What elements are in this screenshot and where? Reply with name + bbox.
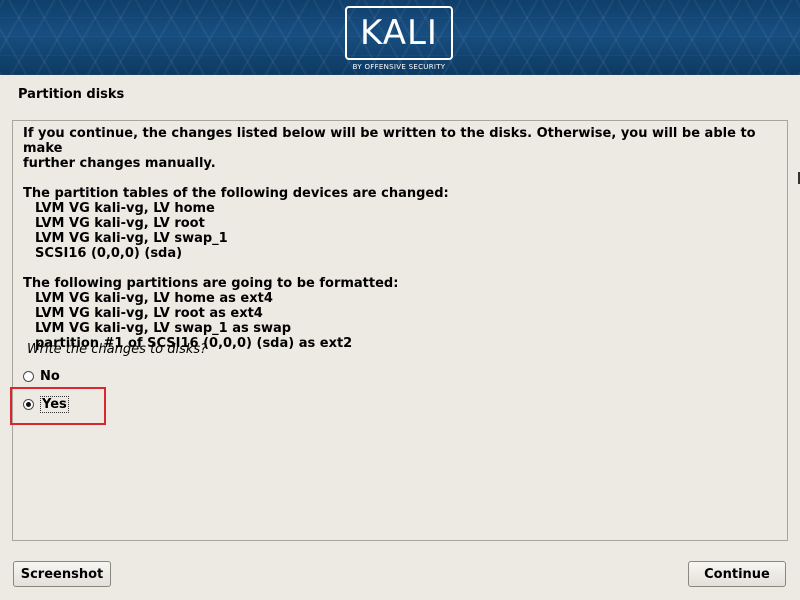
intro-line-1: If you continue, the changes listed belo… bbox=[23, 126, 756, 156]
formatted-item: LVM VG kali-vg, LV swap_1 as swap bbox=[35, 321, 292, 336]
option-no-label: No bbox=[40, 368, 60, 384]
logo-text: KALI bbox=[360, 13, 438, 53]
continue-button[interactable]: Continue bbox=[688, 561, 786, 587]
screenshot-button[interactable]: Screenshot bbox=[13, 561, 111, 587]
radio-no[interactable] bbox=[23, 370, 34, 382]
formatted-heading: The following partitions are going to be… bbox=[23, 276, 399, 291]
partition-table-item: LVM VG kali-vg, LV root bbox=[35, 216, 205, 231]
question-text: Write the changes to disks? bbox=[27, 342, 208, 357]
logo-subtitle: BY OFFENSIVE SECURITY bbox=[352, 63, 446, 71]
page-title: Partition disks bbox=[18, 87, 125, 102]
formatted-item: LVM VG kali-vg, LV home as ext4 bbox=[35, 291, 273, 306]
partition-table-item: LVM VG kali-vg, LV home bbox=[35, 201, 215, 216]
partition-table-item: SCSI16 (0,0,0) (sda) bbox=[35, 246, 183, 261]
formatted-item: LVM VG kali-vg, LV root as ext4 bbox=[35, 306, 263, 321]
selection-highlight-box bbox=[10, 387, 106, 425]
option-no[interactable]: No bbox=[23, 366, 60, 386]
partition-table-item: LVM VG kali-vg, LV swap_1 bbox=[35, 231, 228, 246]
kali-banner: KALI BY OFFENSIVE SECURITY bbox=[0, 0, 800, 75]
content-panel: If you continue, the changes listed belo… bbox=[12, 120, 788, 541]
partition-tables-heading: The partition tables of the following de… bbox=[23, 186, 449, 201]
summary-text: If you continue, the changes listed belo… bbox=[23, 126, 778, 351]
intro-line-2: further changes manually. bbox=[23, 156, 216, 171]
kali-logo: KALI bbox=[345, 6, 453, 60]
